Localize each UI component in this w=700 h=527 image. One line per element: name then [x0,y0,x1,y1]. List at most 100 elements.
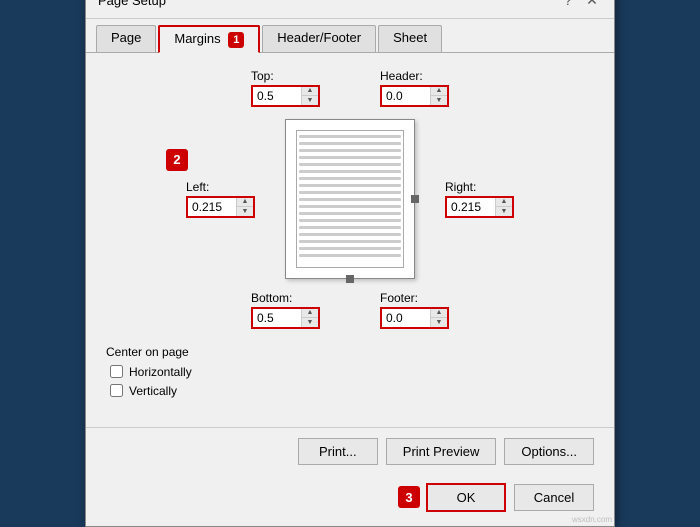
top-input[interactable] [253,87,301,105]
tab-sheet[interactable]: Sheet [378,25,442,52]
page-line [299,142,401,145]
left-spinner-btns: ▲ ▼ [236,198,253,216]
top-spinner-btns: ▲ ▼ [301,87,318,105]
header-field: Header: ▲ ▼ [380,69,449,107]
header-input[interactable] [382,87,430,105]
right-spinner: ▲ ▼ [445,196,514,218]
top-spin-up[interactable]: ▲ [302,87,318,96]
page-setup-dialog: Page Setup ? ✕ Page Margins 1 Header/Foo… [85,0,615,527]
footer-spin-down[interactable]: ▼ [431,318,447,327]
page-line [299,177,401,180]
center-on-page-title: Center on page [106,345,594,359]
left-label: Left: [186,180,209,194]
bottom-spin-up[interactable]: ▲ [302,309,318,318]
page-line [299,149,401,152]
margins-layout: 2 Top: ▲ ▼ Header: [106,69,594,329]
page-line [299,135,401,138]
page-line [299,205,401,208]
right-field: Right: ▲ ▼ [445,180,514,218]
page-line [299,254,401,257]
print-button[interactable]: Print... [298,438,378,465]
left-field: Left: ▲ ▼ [186,180,255,218]
page-line [299,191,401,194]
page-line [299,198,401,201]
header-spin-down[interactable]: ▼ [431,96,447,105]
footer-field: Footer: ▲ ▼ [380,291,449,329]
annotation-badge-2: 2 [166,149,188,171]
right-label: Right: [445,180,476,194]
options-button[interactable]: Options... [504,438,594,465]
tab-margins[interactable]: Margins 1 [158,25,260,53]
page-handle-right [411,195,419,203]
bottom-spin-down[interactable]: ▼ [302,318,318,327]
right-spin-down[interactable]: ▼ [496,207,512,216]
footer-spinner-btns: ▲ ▼ [430,309,447,327]
right-spin-up[interactable]: ▲ [496,198,512,207]
bottom-input[interactable] [253,309,301,327]
tab-headerfooter[interactable]: Header/Footer [262,25,376,52]
bottom-spinner-btns: ▲ ▼ [301,309,318,327]
action-row-2: 3 OK Cancel [86,477,614,526]
left-spin-down[interactable]: ▼ [237,207,253,216]
footer-input[interactable] [382,309,430,327]
top-spin-down[interactable]: ▼ [302,96,318,105]
cancel-button[interactable]: Cancel [514,484,594,511]
header-spinner: ▲ ▼ [380,85,449,107]
header-spinner-btns: ▲ ▼ [430,87,447,105]
title-bar: Page Setup ? ✕ [86,0,614,19]
left-spinner: ▲ ▼ [186,196,255,218]
bottom-label: Bottom: [251,291,292,305]
page-line [299,156,401,159]
top-row: Top: ▲ ▼ Header: ▲ [106,69,594,107]
annotation-badge-3: 3 [398,486,420,508]
print-preview-button[interactable]: Print Preview [386,438,497,465]
help-button[interactable]: ? [558,0,578,10]
top-field: Top: ▲ ▼ [251,69,320,107]
bottom-row: Bottom: ▲ ▼ Footer: ▲ [106,291,594,329]
page-preview-inner [296,130,404,268]
center-on-page-section: Center on page Horizontally Vertically [106,345,594,398]
bottom-spinner: ▲ ▼ [251,307,320,329]
page-line [299,184,401,187]
ok-button[interactable]: OK [426,483,506,512]
horizontally-checkbox[interactable] [110,365,123,378]
vertically-row: Vertically [110,384,594,398]
page-line [299,233,401,236]
page-handle-bottom [346,275,354,283]
right-spinner-btns: ▲ ▼ [495,198,512,216]
dialog-title: Page Setup [98,0,166,8]
top-label: Top: [251,69,274,83]
ok-area: 3 OK [398,483,506,512]
page-line [299,163,401,166]
bottom-field: Bottom: ▲ ▼ [251,291,320,329]
page-lines [297,131,403,261]
dialog-content: 2 Top: ▲ ▼ Header: [86,53,614,419]
horizontally-label: Horizontally [129,365,192,379]
right-input[interactable] [447,198,495,216]
tabs-container: Page Margins 1 Header/Footer Sheet [86,19,614,53]
annotation-badge-1: 1 [228,32,244,48]
page-line [299,219,401,222]
header-spin-up[interactable]: ▲ [431,87,447,96]
left-input[interactable] [188,198,236,216]
vertically-label: Vertically [129,384,177,398]
page-line [299,226,401,229]
page-line [299,212,401,215]
page-preview [285,119,415,279]
footer-spin-up[interactable]: ▲ [431,309,447,318]
page-line [299,240,401,243]
title-buttons: ? ✕ [558,0,602,10]
tab-page[interactable]: Page [96,25,156,52]
action-row-1: Print... Print Preview Options... [86,427,614,477]
watermark: wsxdn.com [572,515,612,524]
left-spin-up[interactable]: ▲ [237,198,253,207]
close-button[interactable]: ✕ [582,0,602,10]
footer-label: Footer: [380,291,418,305]
page-line [299,247,401,250]
top-spinner: ▲ ▼ [251,85,320,107]
page-line [299,170,401,173]
footer-spinner: ▲ ▼ [380,307,449,329]
horizontally-row: Horizontally [110,365,594,379]
vertically-checkbox[interactable] [110,384,123,397]
header-label: Header: [380,69,423,83]
